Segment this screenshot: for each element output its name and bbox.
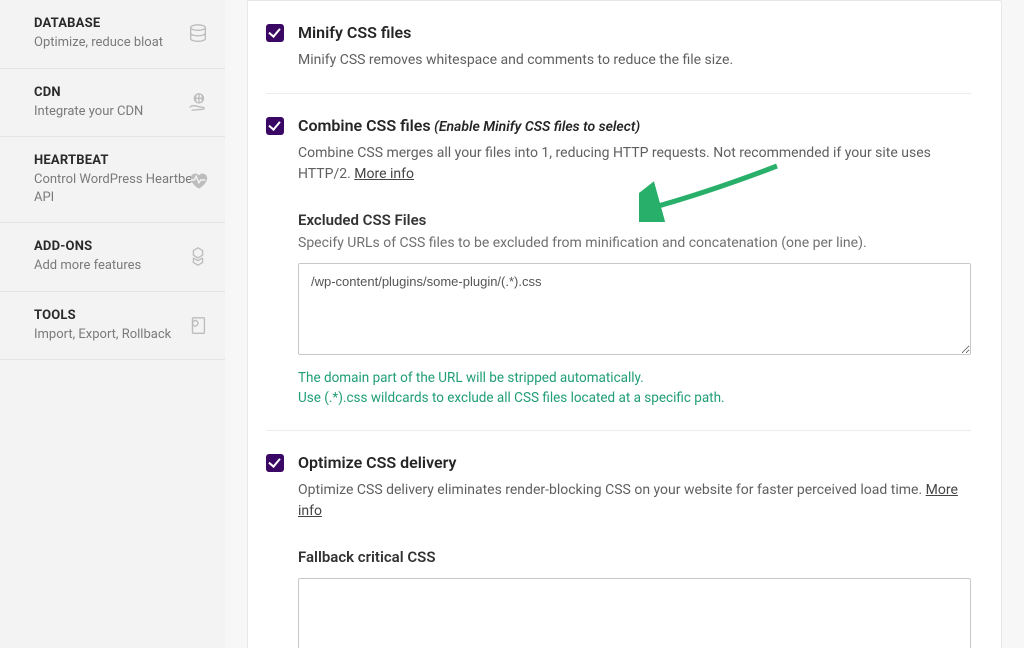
excluded-css-textarea[interactable]	[298, 263, 971, 355]
sidebar-item-title: HEARTBEAT	[34, 153, 207, 168]
sidebar-item-title: TOOLS	[34, 308, 207, 323]
minify-css-checkbox[interactable]	[266, 24, 284, 42]
boxes-icon	[187, 246, 209, 268]
excluded-css-subtitle: Specify URLs of CSS files to be excluded…	[298, 235, 971, 251]
main-panel: Minify CSS files Minify CSS removes whit…	[225, 0, 1024, 648]
sidebar-item-tools[interactable]: TOOLS Import, Export, Rollback	[0, 292, 225, 361]
option-description: Minify CSS removes whitespace and commen…	[298, 50, 971, 71]
sidebar-item-heartbeat[interactable]: HEARTBEAT Control WordPress Heartbeat AP…	[0, 137, 225, 223]
sidebar-item-title: DATABASE	[34, 16, 207, 31]
fallback-css-title: Fallback critical CSS	[298, 548, 971, 566]
combine-css-checkbox[interactable]	[266, 117, 284, 135]
excluded-css-block: Excluded CSS Files Specify URLs of CSS f…	[298, 211, 971, 408]
fallback-css-textarea[interactable]	[298, 578, 971, 648]
sidebar-item-title: ADD-ONS	[34, 239, 207, 254]
sidebar-item-cdn[interactable]: CDN Integrate your CDN	[0, 69, 225, 138]
option-note: (Enable Minify CSS files to select)	[434, 119, 640, 135]
fallback-css-block: Fallback critical CSS Provides a fallbac…	[298, 548, 971, 648]
sidebar-item-database[interactable]: DATABASE Optimize, reduce bloat	[0, 0, 225, 69]
option-title: Combine CSS files	[298, 116, 431, 135]
option-description: Combine CSS merges all your files into 1…	[298, 143, 971, 185]
excluded-css-hint: The domain part of the URL will be strip…	[298, 369, 971, 408]
option-title: Optimize CSS delivery	[298, 453, 456, 472]
sidebar-item-subtitle: Import, Export, Rollback	[34, 326, 207, 344]
settings-card: Minify CSS files Minify CSS removes whit…	[247, 0, 1002, 648]
sidebar-item-subtitle: Integrate your CDN	[34, 103, 207, 121]
option-description: Optimize CSS delivery eliminates render-…	[298, 480, 971, 522]
sidebar-item-subtitle: Control WordPress Heartbeat API	[34, 171, 207, 206]
option-optimize-css: Optimize CSS delivery Optimize CSS deliv…	[266, 431, 971, 648]
excluded-css-title: Excluded CSS Files	[298, 211, 971, 229]
sidebar: DATABASE Optimize, reduce bloat CDN Inte…	[0, 0, 225, 648]
optimize-css-checkbox[interactable]	[266, 454, 284, 472]
option-title: Minify CSS files	[298, 23, 411, 42]
heartbeat-icon	[187, 169, 209, 191]
sidebar-item-subtitle: Optimize, reduce bloat	[34, 34, 207, 52]
sidebar-item-subtitle: Add more features	[34, 257, 207, 275]
gear-file-icon	[187, 315, 209, 337]
sidebar-item-title: CDN	[34, 85, 207, 100]
globe-hand-icon	[187, 91, 209, 113]
sidebar-item-addons[interactable]: ADD-ONS Add more features	[0, 223, 225, 292]
option-combine-css: Combine CSS files (Enable Minify CSS fil…	[266, 94, 971, 431]
database-icon	[187, 23, 209, 45]
more-info-link[interactable]: More info	[354, 166, 414, 182]
option-minify-css: Minify CSS files Minify CSS removes whit…	[266, 1, 971, 94]
